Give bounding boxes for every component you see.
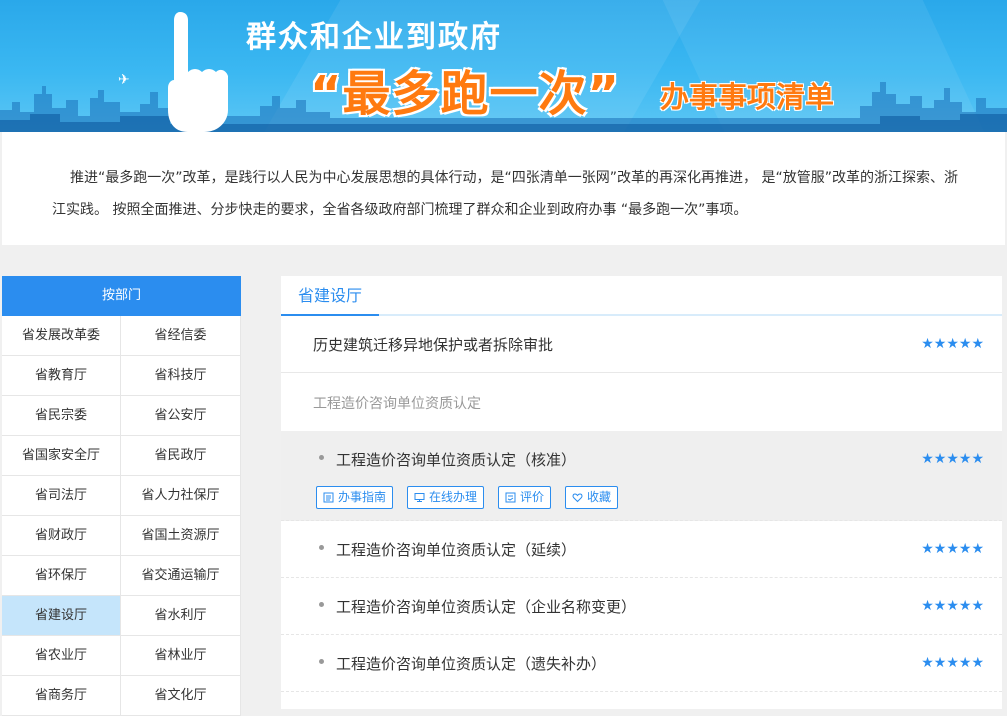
rate-label: 评价 — [520, 490, 545, 504]
favorite-label: 收藏 — [587, 490, 612, 504]
list-item-expanded[interactable]: 工程造价咨询单位资质认定（核准） ★★★★★ 办事指南 在线办理 评价 收藏 — [281, 431, 1002, 521]
department-grid: 省发展改革委 省经信委 省教育厅 省科技厅 省民宗委 省公安厅 省国家安全厅 省… — [2, 316, 241, 716]
rate-button[interactable]: 评价 — [498, 486, 552, 509]
items-panel: 省建设厅 历史建筑迁移异地保护或者拆除审批 ★★★★★ 工程造价咨询单位资质认定… — [281, 276, 1002, 709]
sidebar-item[interactable]: 省人力社保厅 — [121, 476, 241, 516]
pointing-hand-icon — [168, 12, 228, 132]
rating-stars: ★★★★★ — [921, 598, 984, 614]
rating-stars: ★★★★★ — [921, 655, 984, 671]
bullet-icon — [319, 602, 324, 607]
online-label: 在线办理 — [429, 490, 478, 504]
bullet-icon — [319, 545, 324, 550]
bullet-icon — [319, 455, 324, 460]
sidebar-item[interactable]: 省民政厅 — [121, 436, 241, 476]
guide-label: 办事指南 — [338, 490, 387, 504]
sidebar-item[interactable]: 省民宗委 — [2, 396, 121, 436]
banner-slogan: “最多跑一次” — [310, 66, 621, 122]
item-title[interactable]: 工程造价咨询单位资质认定（核准） — [336, 449, 576, 470]
rating-stars: ★★★★★ — [921, 541, 984, 557]
sidebar-item[interactable]: 省林业厅 — [121, 636, 241, 676]
item-title[interactable]: 工程造价咨询单位资质认定（延续） — [336, 539, 576, 560]
sidebar-item[interactable]: 省教育厅 — [2, 356, 121, 396]
tab-department[interactable]: 省建设厅 — [281, 276, 379, 316]
header-banner: ✈ 群众和企业到政府 “最多跑一次” 办事事项清单 — [0, 0, 1007, 132]
intro-text: 推进“最多跑一次”改革，是践行以人民为中心发展思想的具体行动，是“四张清单一张网… — [52, 170, 958, 218]
rating-stars: ★★★★★ — [921, 451, 984, 467]
sidebar-item[interactable]: 省环保厅 — [2, 556, 121, 596]
document-icon — [323, 492, 334, 503]
airplane-icon: ✈ — [118, 72, 130, 88]
sidebar-item[interactable]: 省科技厅 — [121, 356, 241, 396]
sidebar-item[interactable]: 省公安厅 — [121, 396, 241, 436]
sidebar-header[interactable]: 按部门 — [2, 276, 241, 316]
item-actions: 办事指南 在线办理 评价 收藏 — [316, 486, 619, 509]
sidebar-item[interactable]: 省农业厅 — [2, 636, 121, 676]
banner-subtitle: 办事事项清单 — [660, 80, 835, 114]
sidebar-item[interactable]: 省发展改革委 — [2, 316, 121, 356]
banner-title: 群众和企业到政府 — [246, 20, 502, 55]
monitor-icon — [414, 493, 425, 502]
bullet-icon — [319, 659, 324, 664]
sidebar-item[interactable]: 省财政厅 — [2, 516, 121, 556]
group-title: 工程造价咨询单位资质认定 — [313, 396, 481, 412]
sidebar-item[interactable]: 省国家安全厅 — [2, 436, 121, 476]
sidebar-item[interactable]: 省文化厅 — [121, 676, 241, 716]
item-group: 工程造价咨询单位资质认定 — [281, 373, 1002, 431]
sidebar-item[interactable]: 省司法厅 — [2, 476, 121, 516]
list-item[interactable]: 历史建筑迁移异地保护或者拆除审批 ★★★★★ — [281, 316, 1002, 373]
item-title[interactable]: 工程造价咨询单位资质认定（遗失补办） — [336, 653, 606, 674]
sidebar-item[interactable]: 省经信委 — [121, 316, 241, 356]
sidebar-item[interactable]: 省交通运输厅 — [121, 556, 241, 596]
favorite-button[interactable]: 收藏 — [565, 486, 619, 509]
list-item[interactable]: 工程造价咨询单位资质认定（延续） ★★★★★ — [281, 521, 1002, 578]
list-item[interactable]: 工程造价咨询单位资质认定（遗失补办） ★★★★★ — [281, 635, 1002, 692]
sidebar-item[interactable]: 省国土资源厅 — [121, 516, 241, 556]
rate-icon — [505, 492, 516, 503]
item-title[interactable]: 历史建筑迁移异地保护或者拆除审批 — [313, 334, 553, 355]
item-title[interactable]: 工程造价咨询单位资质认定（企业名称变更） — [336, 596, 636, 617]
tab-bar: 省建设厅 — [281, 276, 1002, 316]
intro-paragraph: 推进“最多跑一次”改革，是践行以人民为中心发展思想的具体行动，是“四张清单一张网… — [2, 132, 1005, 245]
sidebar-item-active[interactable]: 省建设厅 — [2, 596, 121, 636]
sidebar-item[interactable]: 省水利厅 — [121, 596, 241, 636]
sidebar-item[interactable]: 省商务厅 — [2, 676, 121, 716]
department-sidebar: 按部门 省发展改革委 省经信委 省教育厅 省科技厅 省民宗委 省公安厅 省国家安… — [2, 276, 241, 716]
online-apply-button[interactable]: 在线办理 — [407, 486, 485, 509]
guide-button[interactable]: 办事指南 — [316, 486, 394, 509]
heart-icon — [572, 493, 583, 503]
list-item[interactable]: 工程造价咨询单位资质认定（企业名称变更） ★★★★★ — [281, 578, 1002, 635]
rating-stars: ★★★★★ — [921, 336, 984, 352]
